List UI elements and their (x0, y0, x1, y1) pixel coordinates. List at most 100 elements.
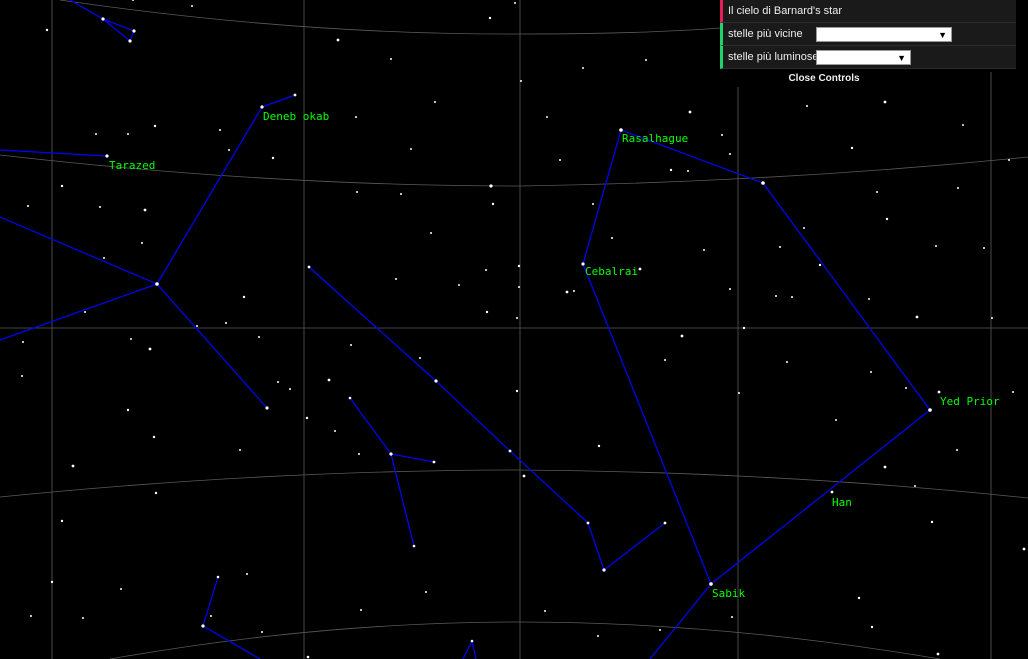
star (334, 430, 336, 432)
star (289, 388, 291, 390)
star (709, 582, 713, 586)
star (258, 336, 260, 338)
star (260, 105, 264, 109)
sky-map[interactable]: Deneb okab Tarazed Rasalhague Cebalrai Y… (0, 0, 1028, 659)
star (30, 615, 32, 617)
star (261, 631, 263, 633)
star (515, 389, 519, 393)
star-label-rasalhague[interactable]: Rasalhague (622, 132, 688, 145)
nearest-stars-select[interactable]: ▼ (816, 27, 952, 42)
star (219, 129, 221, 131)
star (546, 116, 548, 118)
star (914, 485, 916, 487)
star-label-deneb-okab[interactable]: Deneb okab (263, 110, 329, 123)
star (400, 193, 402, 195)
star (962, 124, 964, 126)
star (883, 465, 887, 469)
star (225, 322, 227, 324)
star-label-tarazed[interactable]: Tarazed (109, 159, 155, 172)
star (458, 284, 460, 286)
star (120, 588, 122, 590)
star (152, 435, 156, 439)
star (870, 371, 872, 373)
star (559, 159, 561, 161)
star-label-yed-prior[interactable]: Yed Prior (940, 395, 1000, 408)
star (573, 290, 575, 292)
star (216, 575, 220, 579)
star (127, 133, 129, 135)
star-label-sabik[interactable]: Sabik (712, 587, 745, 600)
star (489, 184, 493, 188)
star (930, 520, 934, 524)
star (196, 325, 198, 327)
star (132, 29, 136, 33)
star (517, 264, 521, 268)
star (830, 490, 834, 494)
star (775, 295, 777, 297)
star (154, 491, 158, 495)
star (491, 202, 495, 206)
star (395, 278, 397, 280)
star (935, 245, 937, 247)
star (602, 568, 606, 572)
coordinate-grid (0, 0, 1028, 659)
star (937, 390, 941, 394)
star (485, 310, 489, 314)
star (228, 149, 230, 151)
star (669, 168, 673, 172)
star (663, 521, 667, 525)
brightest-stars-row: stelle più luminose ▼ (720, 46, 1016, 69)
chevron-down-icon: ▼ (897, 53, 906, 63)
star (434, 379, 438, 383)
star (729, 288, 731, 290)
star (518, 286, 520, 288)
star (128, 39, 132, 43)
star (432, 460, 436, 464)
controls-title-row[interactable]: Il cielo di Barnard's star (720, 0, 1016, 23)
star (516, 317, 518, 319)
star-label-cebalrai[interactable]: Cebalrai (585, 265, 638, 278)
star (306, 655, 310, 659)
star (508, 449, 512, 453)
star (586, 521, 590, 525)
star (60, 519, 64, 523)
nearest-stars-label: stelle più vicine (728, 28, 803, 40)
star (327, 378, 331, 382)
nearest-stars-row: stelle più vicine ▼ (720, 23, 1016, 46)
star-label-han[interactable]: Han (832, 496, 852, 509)
star (742, 326, 746, 330)
star (430, 232, 432, 234)
star (876, 191, 878, 193)
star (390, 58, 392, 60)
star (246, 573, 248, 575)
star (703, 249, 705, 251)
star (850, 146, 854, 150)
star (597, 635, 599, 637)
star (885, 217, 889, 221)
star (514, 2, 516, 4)
star (103, 257, 105, 259)
star (956, 449, 958, 451)
star (729, 153, 731, 155)
star (350, 344, 352, 346)
star (664, 359, 666, 361)
brightest-stars-select[interactable]: ▼ (816, 50, 911, 65)
star (101, 17, 105, 21)
star (50, 580, 54, 584)
star (360, 609, 362, 611)
star (84, 311, 86, 313)
star (27, 205, 29, 207)
close-controls-button[interactable]: Close Controls (720, 71, 928, 87)
star (991, 317, 993, 319)
star (143, 208, 147, 212)
star (95, 133, 97, 135)
star (265, 406, 269, 410)
star (141, 242, 143, 244)
star (242, 295, 246, 299)
star (680, 334, 684, 338)
star (803, 227, 805, 229)
star (356, 191, 358, 193)
star (71, 464, 75, 468)
star (868, 298, 870, 300)
star (412, 544, 416, 548)
